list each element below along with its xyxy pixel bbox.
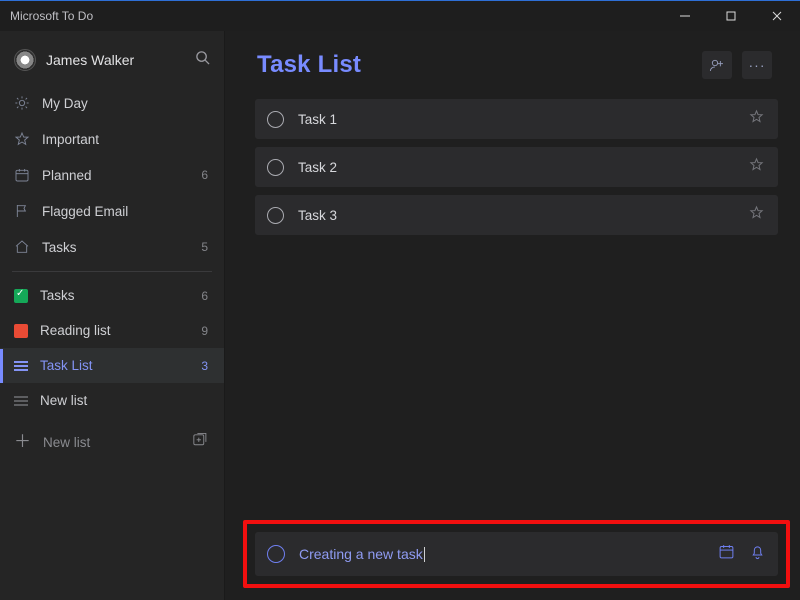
list-title[interactable]: Task List [257,51,361,79]
sidebar-item-label: Flagged Email [42,204,128,219]
add-task-circle-icon [267,545,285,563]
task-complete-toggle[interactable] [267,111,284,128]
list-icon [14,361,28,371]
profile-name: James Walker [46,52,134,68]
list-options-button[interactable]: ··· [742,51,772,79]
main-header: Task List ··· [225,31,800,91]
sidebar-item-label: My Day [42,96,88,111]
sidebar-item-label: Important [42,132,99,147]
red-square-icon [14,324,28,338]
window-close-button[interactable] [754,1,800,31]
task-star-button[interactable] [749,109,764,129]
task-complete-toggle[interactable] [267,207,284,224]
green-check-icon [14,289,28,303]
task-label: Task 1 [298,112,337,127]
sidebar-item-tasks-smart[interactable]: Tasks 5 [0,229,224,265]
avatar [14,49,36,71]
search-icon[interactable] [195,50,210,70]
sidebar-item-count: 9 [196,324,208,338]
flag-icon [14,203,30,219]
text-caret [424,547,425,562]
add-list-label: New list [43,435,90,450]
list-icon [14,396,28,406]
sidebar-item-label: Reading list [40,323,111,338]
task-label: Task 3 [298,208,337,223]
sidebar-item-count: 3 [196,359,208,373]
reminder-button[interactable] [749,543,766,565]
task-row[interactable]: Task 1 [255,99,778,139]
sidebar-item-flagged-email[interactable]: Flagged Email [0,193,224,229]
app-window: Microsoft To Do James Walker [0,0,800,600]
sidebar-item-reading-list[interactable]: Reading list 9 [0,313,224,348]
task-label: Task 2 [298,160,337,175]
add-list-button[interactable]: ＋ New list [14,435,90,450]
sidebar-smart-lists: My Day Important Planned 6 [0,85,224,265]
sidebar-item-task-list[interactable]: Task List 3 [0,348,224,383]
task-star-button[interactable] [749,157,764,177]
sidebar-item-planned[interactable]: Planned 6 [0,157,224,193]
due-date-button[interactable] [718,543,735,565]
sidebar-custom-lists: Tasks 6 Reading list 9 Task List [0,278,224,418]
sidebar-item-important[interactable]: Important [0,121,224,157]
sun-icon [14,95,30,111]
star-icon [14,131,30,147]
task-row[interactable]: Task 3 [255,195,778,235]
sidebar-item-new-list[interactable]: New list [0,383,224,418]
task-star-button[interactable] [749,205,764,225]
share-list-button[interactable] [702,51,732,79]
sidebar-add-list-row: ＋ New list [0,422,224,462]
window-minimize-button[interactable] [662,1,708,31]
sidebar-item-label: Tasks [42,240,77,255]
window-maximize-button[interactable] [708,1,754,31]
new-group-button[interactable] [191,432,208,452]
main-panel: Task List ··· Task 1 [225,31,800,600]
home-icon [14,239,30,255]
sidebar-item-tasks[interactable]: Tasks 6 [0,278,224,313]
sidebar-item-label: New list [40,393,87,408]
sidebar-item-label: Tasks [40,288,75,303]
app-title: Microsoft To Do [10,9,93,23]
task-list: Task 1 Task 2 [225,91,800,235]
sidebar-item-count: 6 [196,168,208,182]
sidebar-item-count: 5 [196,240,208,254]
profile-row[interactable]: James Walker [0,43,224,85]
sidebar-item-label: Planned [42,168,92,183]
window-controls [662,1,800,31]
task-complete-toggle[interactable] [267,159,284,176]
sidebar-item-label: Task List [40,358,93,373]
sidebar-item-count: 6 [196,289,208,303]
task-row[interactable]: Task 2 [255,147,778,187]
add-task-bar[interactable]: Creating a new task [255,532,778,576]
sidebar-item-my-day[interactable]: My Day [0,85,224,121]
sidebar: James Walker My Day Import [0,31,225,600]
titlebar: Microsoft To Do [0,1,800,31]
calendar-icon [14,167,30,183]
sidebar-divider [12,271,212,272]
add-task-input[interactable]: Creating a new task [299,546,704,563]
